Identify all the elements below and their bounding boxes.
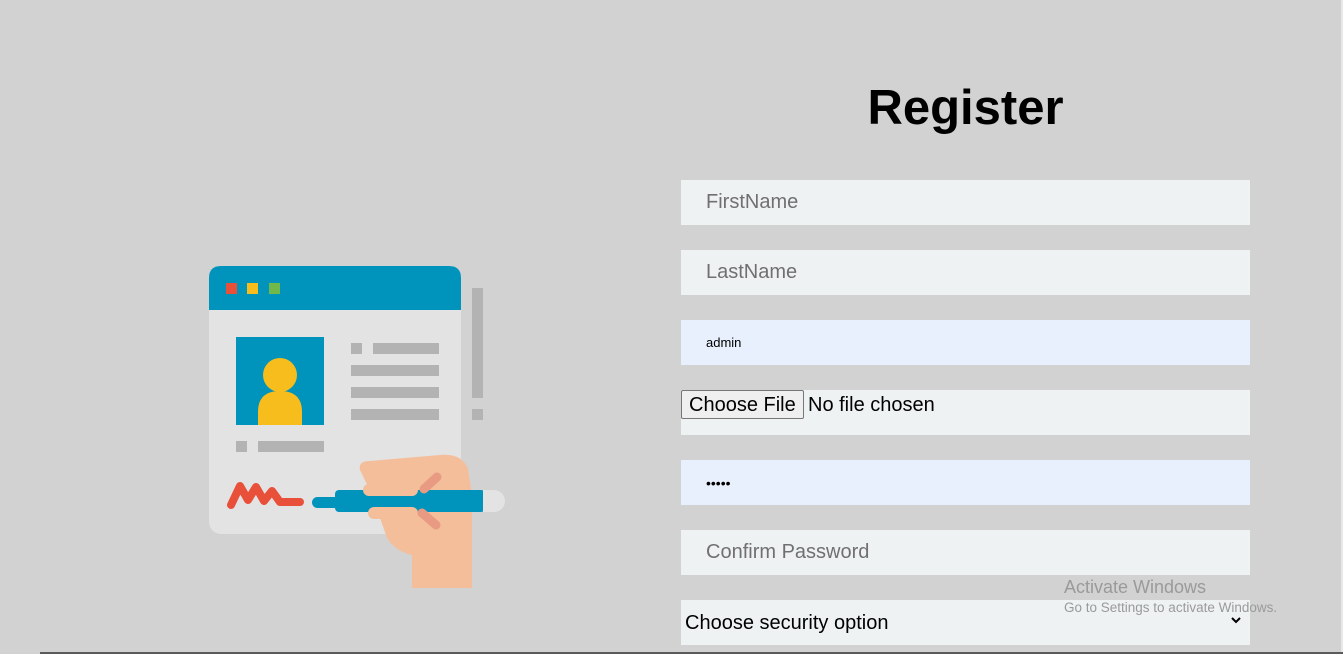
page-title: Register	[867, 81, 1064, 135]
file-upload-field: Choose File No file chosen	[681, 390, 1250, 435]
registration-form-illustration-icon	[209, 266, 505, 588]
first-name-input[interactable]	[681, 180, 1250, 225]
chevron-down-icon	[1231, 617, 1241, 624]
username-input[interactable]	[681, 320, 1250, 365]
security-option-select[interactable]: Choose security option	[681, 600, 1250, 645]
choose-file-button[interactable]: Choose File	[681, 390, 804, 419]
password-input[interactable]	[681, 460, 1250, 505]
watermark-title: Activate Windows	[1064, 577, 1207, 597]
security-option-value: Choose security option	[685, 612, 889, 634]
register-page: Register Choose File No file chosen Choo…	[0, 0, 1343, 654]
file-status-text: No file chosen	[808, 394, 935, 416]
confirm-password-input[interactable]	[681, 530, 1250, 575]
last-name-input[interactable]	[681, 250, 1250, 295]
